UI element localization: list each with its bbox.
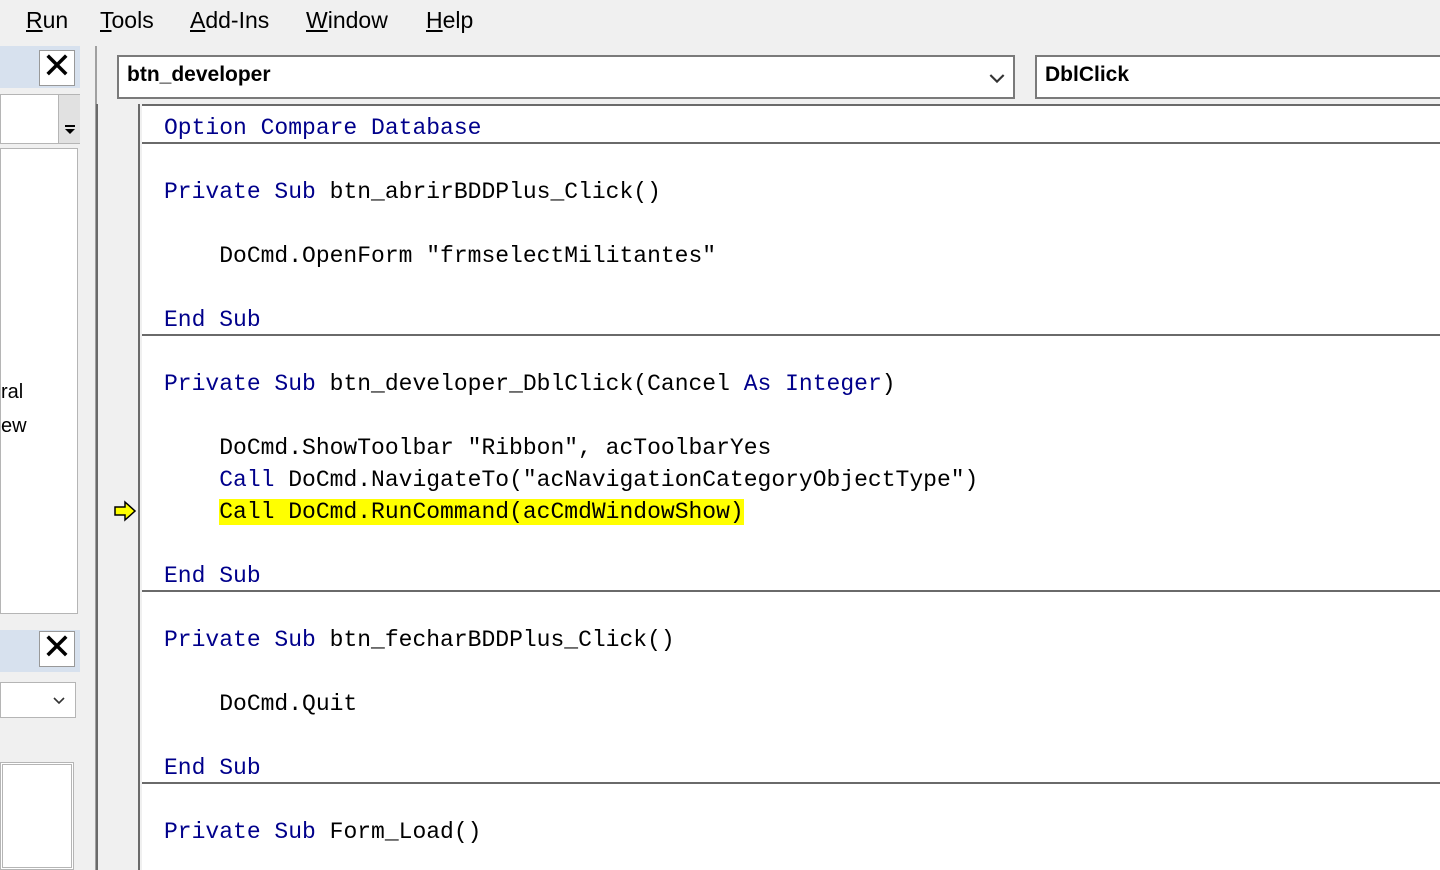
code-line[interactable]: Call DoCmd.NavigateTo("acNavigationCateg…: [164, 464, 978, 496]
code-token: DoCmd.OpenForm "frmselectMilitantes": [164, 243, 717, 269]
highlighted-statement: Call DoCmd.RunCommand(acCmdWindowShow): [219, 499, 744, 525]
procedure-separator: [142, 590, 1440, 592]
code-line[interactable]: End Sub: [164, 560, 261, 592]
menu-bar: Run Tools Add-Ins Window Help: [0, 0, 1440, 46]
keyword-token: End Sub: [164, 563, 261, 589]
code-line-current[interactable]: Call DoCmd.RunCommand(acCmdWindowShow): [164, 496, 744, 528]
menu-tools[interactable]: Tools: [100, 7, 154, 34]
keyword-token: Option Compare Database: [164, 115, 482, 141]
keyword-token: End Sub: [164, 755, 261, 781]
project-tree-item[interactable]: ew: [1, 415, 27, 438]
code-line[interactable]: Private Sub Form_Load(): [164, 816, 481, 848]
left-panel: ✕ ral ew ✕: [0, 46, 95, 870]
menu-help-label: elp: [442, 7, 474, 33]
code-token: ): [881, 371, 896, 397]
code-token: DoCmd.Quit: [164, 691, 358, 717]
chevron-down-icon: [989, 74, 1005, 84]
menu-tools-label: ools: [111, 7, 154, 33]
menu-addins-label: dd-Ins: [205, 7, 270, 33]
code-line[interactable]: Private Sub btn_developer_DblClick(Cance…: [164, 368, 896, 400]
code-line[interactable]: DoCmd.OpenForm "frmselectMilitantes": [164, 240, 716, 272]
keyword-token: Private Sub: [164, 371, 330, 397]
code-line[interactable]: Private Sub btn_fecharBDDPlus_Click(): [164, 624, 675, 656]
code-token: DoCmd.NavigateTo("acNavigationCategoryOb…: [288, 467, 979, 493]
menu-help[interactable]: Help: [426, 7, 473, 34]
properties-pane-close-button[interactable]: ✕: [39, 630, 75, 667]
properties-grid[interactable]: [0, 762, 74, 870]
menu-window-label: indow: [327, 7, 388, 33]
menu-run-accel: R: [26, 7, 43, 33]
keyword-token: Private Sub: [164, 179, 330, 205]
code-line[interactable]: DoCmd.Quit: [164, 688, 357, 720]
chevron-down-icon: [53, 697, 65, 705]
code-token: btn_developer_DblClick(Cancel: [329, 371, 744, 397]
procedure-combobox[interactable]: DblClick: [1035, 55, 1440, 99]
project-tree[interactable]: ral ew: [0, 148, 78, 614]
menu-tools-accel: T: [100, 7, 112, 33]
procedure-combobox-value: DblClick: [1045, 63, 1130, 86]
procedure-separator: [142, 142, 1440, 144]
properties-object-select[interactable]: [0, 682, 76, 718]
menu-run-label: un: [42, 7, 69, 33]
code-editor[interactable]: Option Compare Database Private Sub btn_…: [142, 104, 1440, 870]
menu-window[interactable]: Window: [306, 7, 388, 34]
code-token: btn_fecharBDDPlus_Click(): [329, 627, 675, 653]
code-token: btn_abrirBDDPlus_Click(): [329, 179, 661, 205]
menu-window-accel: W: [306, 7, 328, 33]
code-line[interactable]: End Sub: [164, 304, 261, 336]
project-pane-toolbar: [0, 94, 80, 144]
menu-addins[interactable]: Add-Ins: [190, 7, 269, 34]
code-line[interactable]: DoCmd.ShowToolbar "Ribbon", acToolbarYes: [164, 432, 771, 464]
code-line[interactable]: Private Sub btn_abrirBDDPlus_Click(): [164, 176, 661, 208]
object-combobox-value: btn_developer: [127, 63, 271, 86]
menu-run[interactable]: Run: [26, 7, 68, 34]
execution-point-arrow-icon[interactable]: [113, 500, 137, 522]
menu-help-accel: H: [426, 7, 443, 33]
indicator-margin[interactable]: [96, 104, 140, 870]
procedure-separator: [142, 782, 1440, 784]
code-token: Form_Load(): [329, 819, 482, 845]
code-line[interactable]: Option Compare Database: [164, 112, 481, 144]
keyword-token: Call: [219, 467, 289, 493]
object-combobox[interactable]: btn_developer: [117, 55, 1015, 99]
keyword-token: Private Sub: [164, 627, 330, 653]
close-icon: ✕: [41, 627, 73, 668]
keyword-token: End Sub: [164, 307, 261, 333]
keyword-token: As Integer: [743, 371, 882, 397]
project-tree-item[interactable]: ral: [1, 381, 23, 404]
code-token: DoCmd.ShowToolbar "Ribbon", acToolbarYes: [164, 435, 772, 461]
menu-addins-accel: A: [190, 7, 206, 33]
project-pane-close-button[interactable]: ✕: [39, 49, 75, 86]
keyword-token: Private Sub: [164, 819, 330, 845]
overflow-chevron-icon: [65, 125, 75, 134]
procedure-separator: [142, 334, 1440, 336]
close-icon: ✕: [41, 46, 73, 87]
code-line[interactable]: End Sub: [164, 752, 261, 784]
toolbar-overflow-button[interactable]: [58, 95, 80, 143]
